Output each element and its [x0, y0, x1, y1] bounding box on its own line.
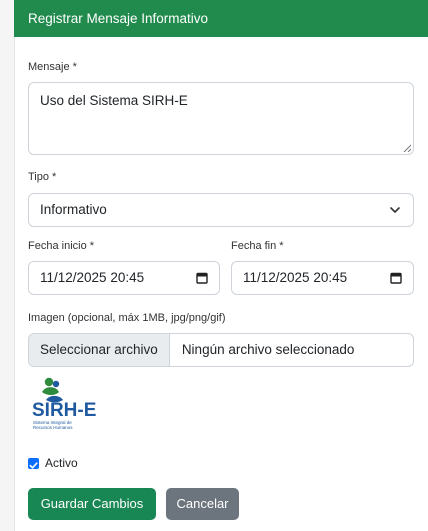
save-button[interactable]: Guardar Cambios	[28, 488, 156, 520]
activo-label: Activo	[45, 456, 78, 470]
select-file-button[interactable]: Seleccionar archivo	[29, 334, 170, 366]
logo-title: SIRH-E	[32, 400, 96, 421]
cancel-button[interactable]: Cancelar	[166, 488, 239, 520]
fecha-inicio-input[interactable]: 11/12/2025 20:45	[28, 261, 220, 295]
imagen-label: Imagen (opcional, máx 1MB, jpg/png/gif)	[28, 312, 226, 324]
left-sidebar-rail	[0, 0, 15, 531]
calendar-icon[interactable]	[196, 272, 208, 284]
activo-checkbox[interactable]	[28, 458, 39, 469]
imagen-file-input[interactable]: Seleccionar archivo Ningún archivo selec…	[28, 333, 414, 367]
fecha-inicio-label: Fecha inicio *	[28, 240, 95, 252]
logo-mark-icon	[42, 377, 63, 403]
fecha-fin-input[interactable]: 11/12/2025 20:45	[231, 261, 414, 295]
mensaje-textarea[interactable]: Uso del Sistema SIRH-E	[28, 82, 414, 155]
mensaje-label: Mensaje *	[28, 61, 77, 73]
fecha-fin-label: Fecha fin *	[231, 240, 284, 252]
chevron-down-icon	[390, 207, 400, 213]
check-icon	[29, 462, 38, 469]
file-status: Ningún archivo seleccionado	[181, 342, 355, 357]
sirh-e-logo: SIRH-E Sistema Integral de Recursos Huma…	[32, 377, 96, 430]
resize-grip-icon[interactable]	[403, 144, 411, 152]
tipo-selected-value: Informativo	[40, 202, 107, 217]
tipo-select[interactable]: Informativo	[28, 193, 414, 227]
mensaje-value: Uso del Sistema SIRH-E	[40, 93, 188, 108]
logo-subtitle-line2: Recursos Humanos	[33, 425, 73, 430]
form-title: Registrar Mensaje Informativo	[28, 11, 209, 26]
fecha-inicio-value: 11/12/2025 20:45	[40, 270, 145, 285]
tipo-label: Tipo *	[28, 171, 57, 183]
calendar-icon[interactable]	[390, 272, 402, 284]
fecha-fin-value: 11/12/2025 20:45	[243, 270, 348, 285]
form-header: Registrar Mensaje Informativo	[14, 0, 428, 37]
